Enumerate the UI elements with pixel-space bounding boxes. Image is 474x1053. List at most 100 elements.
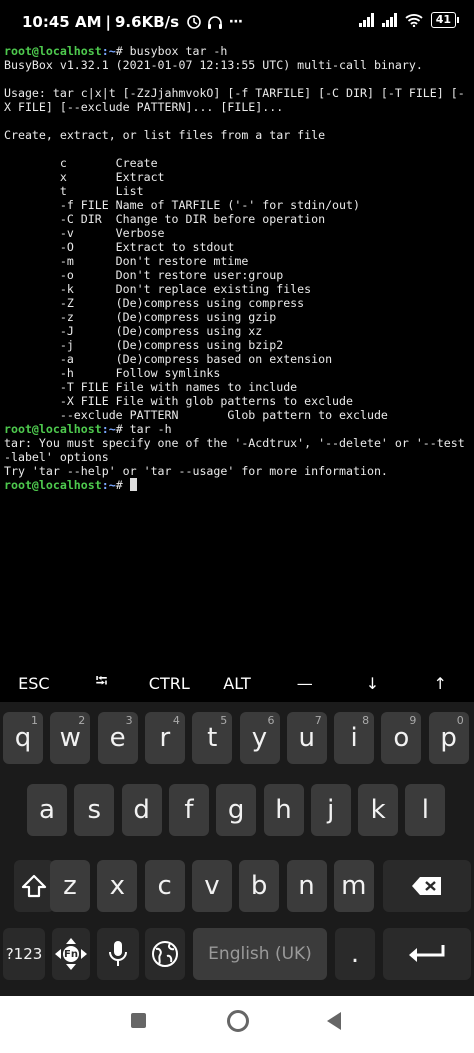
terminal-line: root@localhost:~# tar -h [4, 422, 470, 436]
key-label: r [159, 723, 171, 753]
terminal-line: -T FILE File with names to include [4, 380, 298, 394]
terminal-line: -f FILE Name of TARFILE ('-' for stdin/o… [4, 198, 360, 212]
key-t[interactable]: t5 [192, 712, 233, 764]
key-z[interactable]: z [50, 860, 90, 912]
key-u[interactable]: u7 [286, 712, 327, 764]
dash-key[interactable]: — [271, 664, 339, 702]
terminal-line: Usage: tar c|x|t [-ZzJjahmvokO] [-f TARF… [4, 86, 465, 100]
ctrl-key[interactable]: CTRL [135, 664, 203, 702]
key-hint: 4 [172, 714, 180, 727]
key-k[interactable]: k [358, 784, 399, 836]
terminal-line: x Extract [4, 170, 165, 184]
key-label: w [59, 723, 81, 753]
terminal-line: -Z (De)compress using compress [4, 296, 305, 310]
terminal-line: --exclude PATTERN Glob pattern to exclud… [4, 408, 388, 422]
shift-key[interactable] [14, 860, 54, 912]
key-hint: 2 [78, 714, 86, 727]
key-o[interactable]: o9 [381, 712, 422, 764]
terminal-line: -C DIR Change to DIR before operation [4, 212, 326, 226]
prompt-command: # busybox tar -h [115, 44, 228, 58]
clock-icon [187, 15, 201, 29]
key-q[interactable]: q1 [3, 712, 43, 764]
prompt-user: root@localhost [4, 478, 102, 492]
key-label: y [251, 723, 268, 753]
terminal-output[interactable]: root@localhost:~# busybox tar -h BusyBox … [4, 44, 470, 492]
home-button[interactable] [227, 1010, 249, 1032]
terminal-line: -o Don't restore user:group [4, 268, 284, 282]
down-arrow-key[interactable]: ↓ [339, 664, 407, 702]
key-f[interactable]: f [168, 784, 209, 836]
back-button[interactable] [327, 1012, 341, 1030]
terminal-line: c Create [4, 156, 158, 170]
period-key[interactable]: . [335, 928, 375, 980]
key-x[interactable]: x [97, 860, 138, 912]
key-i[interactable]: i8 [334, 712, 375, 764]
key-g[interactable]: g [216, 784, 257, 836]
fn-label: Fn [64, 948, 78, 960]
fn-key[interactable]: Fn [52, 928, 90, 980]
terminal-line: X FILE] [--exclude PATTERN]... [FILE]... [4, 100, 284, 114]
globe-icon [152, 941, 178, 967]
terminal-line: -m Don't restore mtime [4, 254, 249, 268]
signal-2-icon [381, 13, 397, 27]
key-b[interactable]: b [239, 860, 280, 912]
battery-icon: 41 [430, 12, 460, 28]
key-hint: 0 [456, 714, 464, 727]
android-nav-bar [0, 996, 474, 1053]
status-net-speed: 9.6KB/s [115, 13, 180, 31]
up-arrow-key[interactable]: ↑ [406, 664, 474, 702]
space-key[interactable]: English (UK) [193, 928, 327, 980]
key-d[interactable]: d [121, 784, 162, 836]
microphone-icon [109, 941, 127, 966]
key-p[interactable]: p0 [428, 712, 469, 764]
key-label: q [14, 723, 32, 753]
key-r[interactable]: r4 [144, 712, 185, 764]
key-a[interactable]: a [27, 784, 67, 836]
backspace-icon [412, 877, 441, 895]
emoji-globe-key[interactable] [145, 928, 185, 980]
terminal-line: -v Verbose [4, 226, 165, 240]
key-y[interactable]: y6 [239, 712, 280, 764]
key-h[interactable]: h [263, 784, 304, 836]
key-label: i [350, 723, 358, 753]
key-c[interactable]: c [144, 860, 185, 912]
voice-key[interactable] [97, 928, 139, 980]
key-w[interactable]: w2 [50, 712, 91, 764]
terminal-line: Try 'tar --help' or 'tar --usage' for mo… [4, 464, 388, 478]
prompt-path: :~ [101, 478, 116, 492]
key-l[interactable]: l [405, 784, 446, 836]
terminal-line: -h Follow symlinks [4, 366, 221, 380]
key-v[interactable]: v [191, 860, 232, 912]
enter-key[interactable] [383, 928, 471, 980]
terminal-line: -j (De)compress using bzip2 [4, 338, 284, 352]
key-s[interactable]: s [74, 784, 115, 836]
key-hint: 5 [220, 714, 228, 727]
prompt-path: :~ [101, 44, 116, 58]
shift-icon [21, 874, 47, 898]
key-label: e [109, 723, 126, 753]
key-e[interactable]: e3 [97, 712, 138, 764]
key-hint: 7 [314, 714, 322, 727]
terminal-line: -z (De)compress using gzip [4, 310, 277, 324]
key-j[interactable]: j [310, 784, 351, 836]
esc-key[interactable]: ESC [0, 664, 68, 702]
symbols-key[interactable]: ?123 [3, 928, 45, 980]
terminal-line: -O Extract to stdout [4, 240, 235, 254]
key-n[interactable]: n [286, 860, 327, 912]
terminal-line: t List [4, 184, 144, 198]
status-right-icons: 41 [358, 12, 460, 28]
recents-button[interactable] [131, 1013, 146, 1028]
status-separator: | [105, 13, 111, 31]
key-m[interactable]: m [333, 860, 374, 912]
terminal-line: -label' options [4, 450, 109, 464]
enter-icon [409, 945, 445, 962]
signal-1-icon [358, 13, 374, 27]
terminal-line: -J (De)compress using xz [4, 324, 263, 338]
alt-key[interactable]: ALT [203, 664, 271, 702]
backspace-key[interactable] [383, 860, 471, 912]
terminal-line: root@localhost:~# [4, 478, 470, 492]
tab-key[interactable]: ⭾ [68, 664, 136, 702]
